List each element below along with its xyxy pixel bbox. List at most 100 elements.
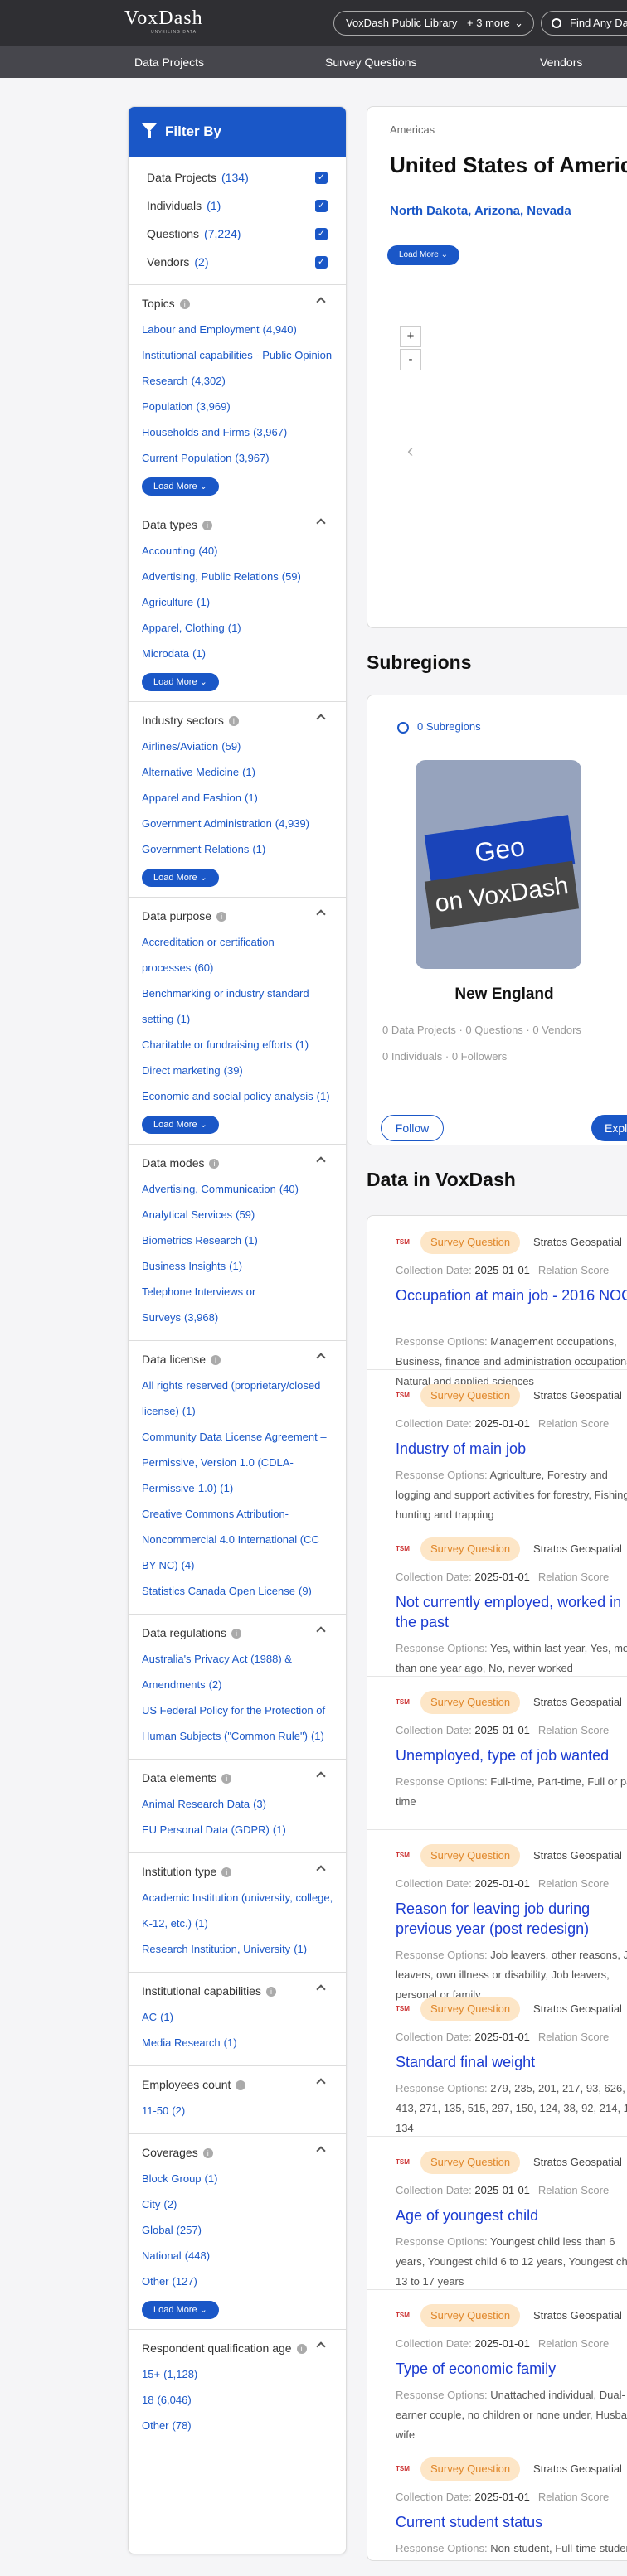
source-name[interactable]: Stratos Geospatial xyxy=(533,1849,622,1862)
filter-option[interactable]: Telephone Interviews or Surveys (3,968) xyxy=(142,1279,346,1330)
filter-option[interactable]: Advertising, Public Relations (59) xyxy=(142,564,346,589)
info-icon[interactable]: i xyxy=(296,2344,307,2355)
search-input[interactable]: Find Any Dat xyxy=(541,11,627,36)
filter-option[interactable]: Airlines/Aviation (59) xyxy=(142,734,346,759)
subregion-name[interactable]: New England xyxy=(367,985,627,1004)
filter-option[interactable]: Block Group (1) xyxy=(142,2166,346,2191)
source-name[interactable]: Stratos Geospatial xyxy=(533,1389,622,1402)
voxdash-logo[interactable]: VoxDash xyxy=(124,7,203,30)
section-header[interactable]: Employees count i xyxy=(142,2076,346,2093)
question-title[interactable]: Type of economic family xyxy=(396,2359,627,2379)
section-header[interactable]: Data regulations i xyxy=(142,1625,346,1641)
filter-option[interactable]: Agriculture (1) xyxy=(142,589,346,615)
filter-option[interactable]: Labour and Employment (4,940) xyxy=(142,317,346,342)
filter-option[interactable]: Current Population (3,967) xyxy=(142,445,346,471)
filter-option[interactable]: Households and Firms (3,967) xyxy=(142,419,346,445)
section-header[interactable]: Coverages i xyxy=(142,2144,346,2161)
subregions-link[interactable]: North Dakota, Arizona, Nevada xyxy=(390,204,571,218)
zoom-in-button[interactable]: + xyxy=(400,326,421,347)
section-header[interactable]: Topics i xyxy=(142,295,346,312)
filter-option[interactable]: Apparel, Clothing (1) xyxy=(142,615,346,641)
zoom-out-button[interactable]: - xyxy=(400,349,421,370)
filter-option[interactable]: Accreditation or certification processes… xyxy=(142,929,346,981)
load-more-button[interactable]: Load More ⌄ xyxy=(142,673,219,691)
filter-option[interactable]: Government Administration (4,939) xyxy=(142,811,346,836)
filter-option[interactable]: US Federal Policy for the Protection of … xyxy=(142,1697,346,1749)
question-title[interactable]: Not currently employed, worked in the pa… xyxy=(396,1592,627,1632)
load-more-button[interactable]: Load More ⌄ xyxy=(142,477,219,496)
filter-option[interactable]: Media Research (1) xyxy=(142,2030,346,2055)
info-icon[interactable]: i xyxy=(216,912,227,922)
filter-option[interactable]: Analytical Services (59) xyxy=(142,1202,346,1227)
filter-option[interactable]: Biometrics Research (1) xyxy=(142,1227,346,1253)
type-filter-data-projects[interactable]: Data Projects (134) ✓ xyxy=(129,163,346,191)
filter-option[interactable]: Statistics Canada Open License (9) xyxy=(142,1578,346,1604)
nav-vendors[interactable]: Vendors xyxy=(540,46,582,78)
filter-option[interactable]: Population (3,969) xyxy=(142,394,346,419)
source-name[interactable]: Stratos Geospatial xyxy=(533,2309,622,2322)
info-icon[interactable]: i xyxy=(228,716,239,727)
filter-option[interactable]: Australia's Privacy Act (1988) & Amendme… xyxy=(142,1646,346,1697)
filter-option[interactable]: Research Institution, University (1) xyxy=(142,1936,346,1962)
nav-data-projects[interactable]: Data Projects xyxy=(134,46,204,78)
checkbox[interactable]: ✓ xyxy=(315,228,328,240)
source-name[interactable]: Stratos Geospatial xyxy=(533,1542,622,1555)
filter-option[interactable]: 15+ (1,128) xyxy=(142,2361,346,2387)
filter-option[interactable]: 11-50 (2) xyxy=(142,2098,346,2123)
filter-option[interactable]: 18 (6,046) xyxy=(142,2387,346,2413)
load-more-button[interactable]: Load More ⌄ xyxy=(142,1116,219,1134)
question-title[interactable]: Occupation at main job - 2016 NOC xyxy=(396,1286,627,1305)
load-more-button[interactable]: Load More ⌄ xyxy=(387,245,459,265)
filter-option[interactable]: National (448) xyxy=(142,2243,346,2269)
filter-option[interactable]: Benchmarking or industry standard settin… xyxy=(142,981,346,1032)
section-header[interactable]: Data types i xyxy=(142,516,346,533)
section-header[interactable]: Data modes i xyxy=(142,1155,346,1171)
filter-option[interactable]: Other (78) xyxy=(142,2413,346,2438)
filter-option[interactable]: Other (127) xyxy=(142,2269,346,2294)
filter-option[interactable]: Accounting (40) xyxy=(142,538,346,564)
section-header[interactable]: Data elements i xyxy=(142,1770,346,1786)
load-more-button[interactable]: Load More ⌄ xyxy=(142,2301,219,2319)
filter-option[interactable]: Advertising, Communication (40) xyxy=(142,1176,346,1202)
source-name[interactable]: Stratos Geospatial xyxy=(533,2462,622,2475)
filter-option[interactable]: Animal Research Data (3) xyxy=(142,1791,346,1817)
question-title[interactable]: Reason for leaving job during previous y… xyxy=(396,1899,627,1939)
info-icon[interactable]: i xyxy=(236,2080,246,2091)
follow-button[interactable]: Follow xyxy=(381,1115,444,1141)
nav-survey-questions[interactable]: Survey Questions xyxy=(325,46,417,78)
section-header[interactable]: Institution type i xyxy=(142,1863,346,1880)
info-icon[interactable]: i xyxy=(209,1159,220,1169)
filter-option[interactable]: Government Relations (1) xyxy=(142,836,346,862)
checkbox[interactable]: ✓ xyxy=(315,256,328,269)
filter-option[interactable]: AC (1) xyxy=(142,2004,346,2030)
filter-option[interactable]: Economic and social policy analysis (1) xyxy=(142,1083,346,1109)
info-icon[interactable]: i xyxy=(202,521,212,531)
question-title[interactable]: Standard final weight xyxy=(396,2052,627,2072)
filter-option[interactable]: Global (257) xyxy=(142,2217,346,2243)
filter-option[interactable]: Institutional capabilities - Public Opin… xyxy=(142,342,346,394)
filter-option[interactable]: All rights reserved (proprietary/closed … xyxy=(142,1373,346,1424)
library-selector[interactable]: VoxDash Public Library + 3 more ⌄ xyxy=(333,11,534,36)
info-icon[interactable]: i xyxy=(265,1987,276,1997)
filter-option[interactable]: Alternative Medicine (1) xyxy=(142,759,346,785)
info-icon[interactable]: i xyxy=(179,299,190,310)
section-header[interactable]: Industry sectors i xyxy=(142,712,346,729)
info-icon[interactable]: i xyxy=(211,1355,221,1366)
filter-option[interactable]: Microdata (1) xyxy=(142,641,346,666)
section-header[interactable]: Data license i xyxy=(142,1351,346,1368)
source-name[interactable]: Stratos Geospatial xyxy=(533,2156,622,2168)
filter-option[interactable]: Business Insights (1) xyxy=(142,1253,346,1279)
source-name[interactable]: Stratos Geospatial xyxy=(533,1236,622,1248)
checkbox[interactable]: ✓ xyxy=(315,200,328,212)
question-title[interactable]: Industry of main job xyxy=(396,1439,627,1459)
filter-option[interactable]: Academic Institution (university, colleg… xyxy=(142,1885,346,1936)
filter-option[interactable]: Direct marketing (39) xyxy=(142,1058,346,1083)
type-filter-questions[interactable]: Questions (7,224) ✓ xyxy=(129,220,346,248)
filter-option[interactable]: City (2) xyxy=(142,2191,346,2217)
info-icon[interactable]: i xyxy=(221,1867,232,1878)
type-filter-vendors[interactable]: Vendors (2) ✓ xyxy=(129,248,346,276)
filter-option[interactable]: Charitable or fundraising efforts (1) xyxy=(142,1032,346,1058)
info-icon[interactable]: i xyxy=(202,2148,213,2159)
filter-option[interactable]: Community Data License Agreement – Permi… xyxy=(142,1424,346,1501)
load-more-button[interactable]: Load More ⌄ xyxy=(142,869,219,887)
